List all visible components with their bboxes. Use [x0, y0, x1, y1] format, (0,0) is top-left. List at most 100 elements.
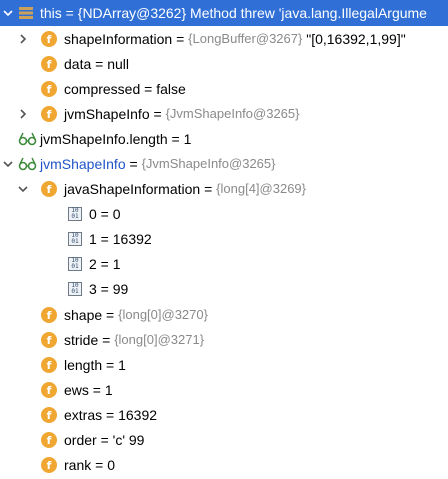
array-element-icon: 10 01 [68, 257, 82, 271]
variable-row-shape[interactable]: f shape = {long[0]@3270} [0, 302, 448, 327]
watch-row-jvmShapeInfo[interactable]: jvmShapeInfo = {JvmShapeInfo@3265} [0, 151, 448, 176]
equals-sign: = [149, 105, 166, 122]
equals-sign: = [96, 431, 113, 448]
equals-sign: = [102, 306, 119, 323]
array-element-icon: 10 01 [68, 207, 82, 221]
variable-name: length [64, 356, 103, 373]
row-label: jvmShapeInfo = {JvmShapeInfo@3265} [40, 151, 275, 176]
variable-name: order [64, 431, 97, 448]
root-label: this = {NDArray@3262} Method threw 'java… [40, 0, 427, 26]
equals-sign: = [96, 205, 113, 222]
field-icon: f [41, 106, 57, 122]
reference-id: {long[4]@3269} [216, 181, 307, 196]
variable-row-stride[interactable]: f stride = {long[0]@3271} [0, 327, 448, 352]
row-label: jvmShapeInfo.length = 1 [40, 126, 191, 151]
row-label: compressed = false [64, 76, 186, 101]
array-element-row-1[interactable]: 10 01 1 = 16392 [0, 226, 448, 251]
equals-sign: = [88, 381, 105, 398]
array-element-row-3[interactable]: 10 01 3 = 99 [0, 276, 448, 301]
variable-name: stride [64, 331, 99, 348]
chevron-right-icon[interactable] [18, 109, 28, 119]
variable-name: shape [64, 306, 103, 323]
row-label: length = 1 [64, 352, 126, 377]
row-label: 2 = 1 [89, 251, 121, 276]
equals-sign: = [140, 80, 157, 97]
variable-value: 1 [104, 381, 113, 398]
equals-sign: = [125, 155, 142, 172]
reference-id: {JvmShapeInfo@3265} [165, 106, 300, 121]
element-index: 3 [89, 280, 97, 297]
equals-sign: = [167, 130, 184, 147]
variable-value: 1 [183, 130, 192, 147]
element-value: 1 [112, 255, 121, 272]
element-index: 2 [89, 255, 97, 272]
variable-row-data[interactable]: f data = null [0, 51, 448, 76]
watch-glasses-icon [18, 157, 38, 171]
variable-name: jvmShapeInfo [64, 105, 150, 122]
variable-name: this [40, 5, 62, 21]
variable-row-order[interactable]: f order = 'c' 99 [0, 427, 448, 452]
array-element-row-0[interactable]: 10 01 0 = 0 [0, 201, 448, 226]
variable-name: rank [64, 456, 92, 473]
equals-sign: = [200, 180, 217, 197]
variable-name: extras [64, 406, 103, 423]
watch-glasses-icon [18, 132, 38, 146]
variable-value: null [107, 55, 130, 72]
reference-id: {NDArray@3262} [77, 5, 187, 21]
array-element-row-2[interactable]: 10 01 2 = 1 [0, 251, 448, 276]
row-label: jvmShapeInfo = {JvmShapeInfo@3265} [64, 101, 299, 126]
row-label: data = null [64, 51, 129, 76]
chevron-down-icon[interactable] [18, 184, 28, 194]
variable-row-rank[interactable]: f rank = 0 [0, 452, 448, 477]
variable-row-length[interactable]: f length = 1 [0, 352, 448, 377]
watch-row-jvmShapeInfo-length[interactable]: jvmShapeInfo.length = 1 [0, 126, 448, 151]
equals-sign: = [102, 356, 119, 373]
reference-id: {long[0]@3271} [114, 332, 205, 347]
variable-name: javaShapeInformation [64, 180, 201, 197]
variable-value: 16392 [118, 406, 158, 423]
variable-value: 1 [118, 356, 126, 373]
array-element-icon: 10 01 [68, 232, 82, 246]
field-icon: f [41, 56, 57, 72]
object-stack-icon [18, 5, 34, 21]
field-icon: f [41, 407, 57, 423]
equals-sign: = [96, 255, 113, 272]
reference-id: {JvmShapeInfo@3265} [141, 156, 276, 171]
field-icon: f [41, 332, 57, 348]
variable-value: 0 [107, 456, 115, 473]
variable-value: false [156, 80, 186, 97]
variable-row-jvmShapeInfo[interactable]: f jvmShapeInfo = {JvmShapeInfo@3265} [0, 101, 448, 126]
field-icon: f [41, 31, 57, 47]
chevron-right-icon[interactable] [18, 34, 28, 44]
array-element-icon: 10 01 [68, 282, 82, 296]
element-index: 1 [89, 230, 97, 247]
field-icon: f [41, 432, 57, 448]
row-label: 1 = 16392 [89, 226, 152, 251]
variable-row-javaShapeInformation[interactable]: f javaShapeInformation = {long[4]@3269} [0, 176, 448, 201]
row-label: 0 = 0 [89, 201, 121, 226]
variable-row-compressed[interactable]: f compressed = false [0, 76, 448, 101]
chevron-down-icon[interactable] [3, 8, 13, 18]
field-icon: f [41, 457, 57, 473]
equals-sign: = [96, 230, 113, 247]
field-icon: f [41, 181, 57, 197]
row-label: ews = 1 [64, 377, 113, 402]
variable-row-ews[interactable]: f ews = 1 [0, 377, 448, 402]
variable-row-extras[interactable]: f extras = 16392 [0, 402, 448, 427]
row-label: javaShapeInformation = {long[4]@3269} [64, 176, 306, 201]
element-index: 0 [89, 205, 97, 222]
chevron-down-icon[interactable] [3, 159, 13, 169]
reference-id: {long[0]@3270} [118, 307, 208, 322]
variable-name: compressed [64, 80, 141, 97]
reference-id: {LongBuffer@3267} [188, 31, 303, 46]
element-value: 99 [112, 280, 129, 297]
field-icon: f [41, 382, 57, 398]
element-value: 0 [112, 205, 121, 222]
element-value: 16392 [112, 230, 152, 247]
variable-value: "[0,16392,1,99]" [306, 30, 406, 47]
row-label: shape = {long[0]@3270} [64, 302, 208, 327]
variable-row-shapeInformation[interactable]: f shapeInformation = {LongBuffer@3267} "… [0, 26, 448, 51]
row-label: order = 'c' 99 [64, 427, 144, 452]
variable-value: 'c' 99 [112, 431, 145, 448]
variable-row-this[interactable]: this = {NDArray@3262} Method threw 'java… [0, 0, 448, 26]
